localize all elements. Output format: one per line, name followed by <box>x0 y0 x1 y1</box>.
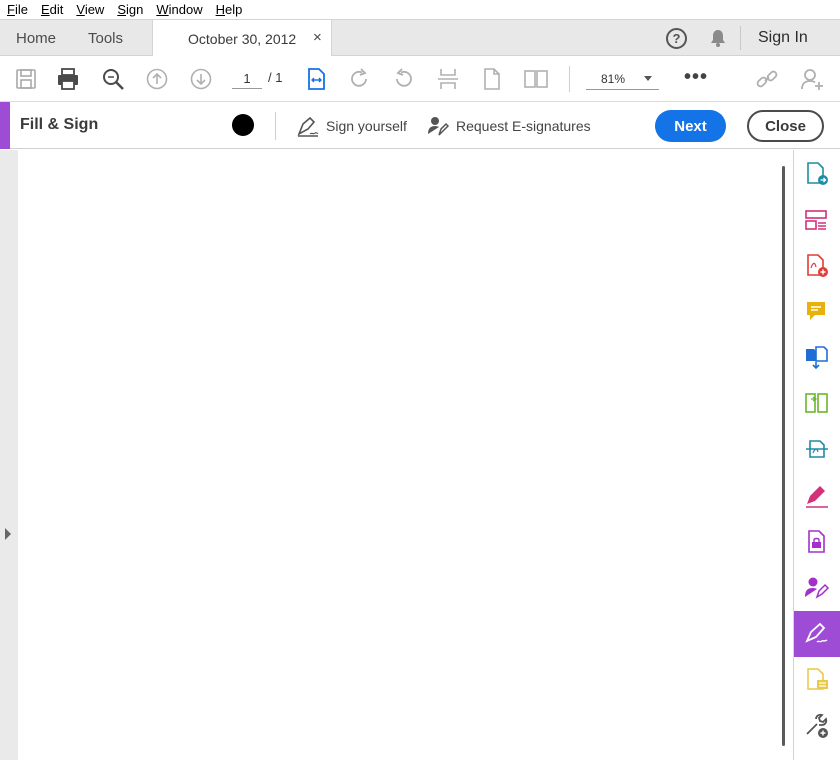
create-pdf-icon[interactable] <box>804 161 830 187</box>
close-tab-icon[interactable]: × <box>313 29 322 46</box>
ink-color-picker[interactable] <box>232 114 254 136</box>
menu-view[interactable]: View <box>69 2 110 17</box>
fill-sign-separator <box>275 112 276 140</box>
sign-yourself-button[interactable]: Sign yourself <box>296 114 407 138</box>
two-page-icon[interactable] <box>524 67 548 91</box>
next-page-icon[interactable] <box>189 67 213 91</box>
scrollbar-thumb[interactable] <box>782 166 785 746</box>
print-icon[interactable] <box>56 67 80 91</box>
close-button[interactable]: Close <box>747 110 824 142</box>
menu-window[interactable]: Window <box>149 2 208 17</box>
scroll-mode-icon[interactable] <box>436 67 460 91</box>
left-panel-collapsed <box>0 150 18 760</box>
pen-sign-icon <box>297 116 319 137</box>
page-number-input[interactable]: 1 <box>232 69 262 89</box>
protect-pdf-icon[interactable] <box>804 529 830 555</box>
fit-width-icon[interactable] <box>304 67 328 91</box>
notification-bell-icon[interactable] <box>708 28 728 48</box>
menu-file[interactable]: File <box>0 2 34 17</box>
tab-home[interactable]: Home <box>16 20 56 56</box>
share-link-icon[interactable] <box>755 67 779 91</box>
menu-bar: File Edit View Sign Window Help <box>0 0 840 19</box>
tab-document[interactable]: October 30, 2012 × <box>152 20 332 57</box>
fill-sign-accent <box>0 102 10 149</box>
page-total: / 1 <box>268 70 283 85</box>
request-esignatures-label: Request E-signatures <box>456 118 591 134</box>
request-signatures-icon[interactable] <box>804 575 830 601</box>
sign-yourself-label: Sign yourself <box>326 118 407 134</box>
zoom-dropdown-icon[interactable] <box>644 76 652 81</box>
next-button[interactable]: Next <box>655 110 726 142</box>
single-page-icon[interactable] <box>480 67 504 91</box>
save-icon[interactable] <box>14 67 38 91</box>
fill-sign-title: Fill & Sign <box>20 116 99 133</box>
more-tools-icon[interactable]: ••• <box>684 66 708 89</box>
fill-sign-toolbar: Fill & Sign Sign yourself Request E-sign… <box>0 102 840 149</box>
tabbar-separator <box>740 26 741 50</box>
request-signature-icon <box>428 117 450 136</box>
send-for-review-icon[interactable] <box>804 667 830 693</box>
scan-ocr-icon[interactable] <box>804 437 830 463</box>
rotate-clockwise-icon[interactable] <box>347 67 371 91</box>
more-tools-wrench-icon[interactable] <box>804 713 830 739</box>
compare-files-icon[interactable] <box>804 391 830 417</box>
document-page[interactable] <box>18 150 776 760</box>
tab-tools[interactable]: Tools <box>88 20 123 56</box>
tab-bar: Home Tools October 30, 2012 × ? Sign In <box>0 19 840 57</box>
comment-icon[interactable] <box>804 299 830 325</box>
tab-document-title: October 30, 2012 <box>188 30 297 47</box>
export-pdf-icon[interactable] <box>804 253 830 279</box>
tools-pane <box>793 150 840 760</box>
main-toolbar: 1 / 1 81% ••• <box>0 56 840 102</box>
previous-page-icon[interactable] <box>145 67 169 91</box>
menu-help[interactable]: Help <box>209 2 249 17</box>
menu-edit[interactable]: Edit <box>34 2 69 17</box>
rotate-counterclockwise-icon[interactable] <box>392 67 416 91</box>
combine-files-icon[interactable] <box>804 345 830 371</box>
help-icon[interactable]: ? <box>666 28 687 49</box>
menu-sign[interactable]: Sign <box>110 2 149 17</box>
organize-pages-icon[interactable] <box>804 207 830 233</box>
add-user-icon[interactable] <box>800 67 824 91</box>
toolbar-separator <box>569 66 570 92</box>
zoom-search-icon[interactable] <box>101 67 125 91</box>
request-esignatures-button[interactable]: Request E-signatures <box>426 114 591 138</box>
sign-in-button[interactable]: Sign In <box>758 29 808 47</box>
document-workspace <box>0 150 840 760</box>
fill-sign-tool-active[interactable] <box>794 611 840 657</box>
fill-sign-pen-icon <box>805 622 828 643</box>
edit-pdf-icon[interactable] <box>804 483 830 509</box>
expand-left-panel-icon[interactable] <box>5 528 11 540</box>
